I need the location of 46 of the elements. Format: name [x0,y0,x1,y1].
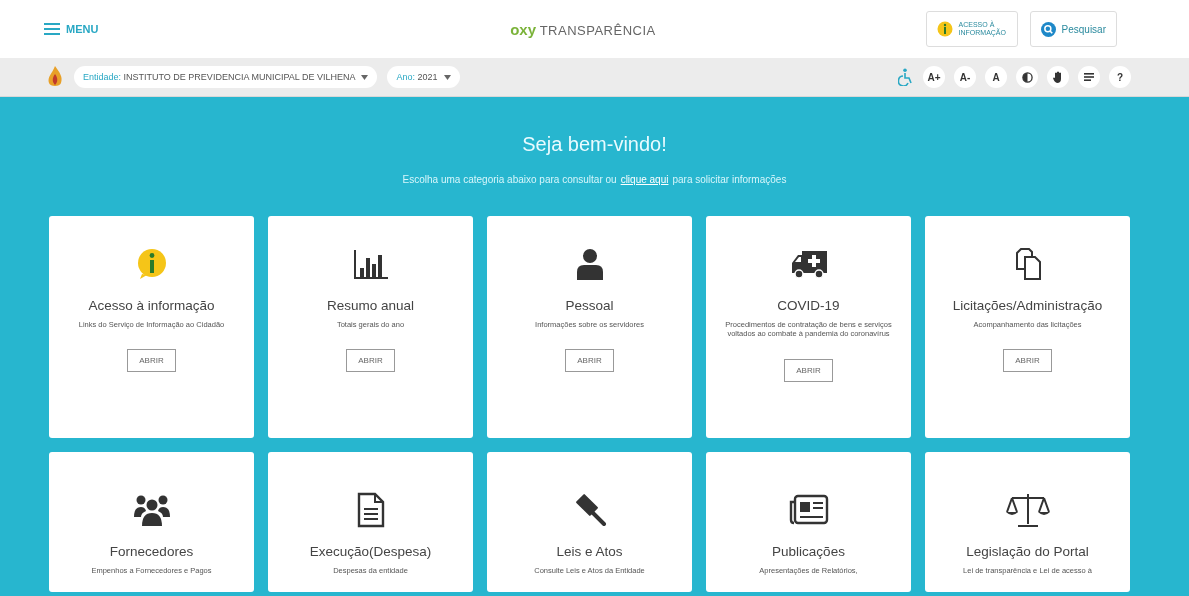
card-title: Leis e Atos [556,544,623,559]
font-size-button[interactable]: A- [954,66,976,88]
welcome-title: Seja bem-vindo! [522,133,667,156]
caret-icon [361,75,369,81]
sign-language-button[interactable] [1047,66,1069,88]
site-logo[interactable]: oxy TRANSPARÊNCIA [510,20,656,38]
sitemap-button[interactable] [1078,66,1100,88]
hand-icon [1053,71,1063,83]
search-button[interactable]: Pesquisar [1029,11,1117,47]
card-title: Acesso à informação [88,298,215,313]
group-icon [132,493,171,527]
card-title: Publicações [772,544,845,559]
open-button[interactable]: ABRIR [565,349,614,373]
ambulance-icon [789,249,828,279]
menu-icon [44,23,60,35]
bar-chart-icon [352,248,389,280]
card-title: Licitações/Administração [952,298,1103,313]
caret-icon [443,75,451,81]
search-icon [1040,21,1056,37]
card-title: Pessoal [565,298,614,313]
info-icon [936,21,953,37]
open-button[interactable]: ABRIR [784,358,833,382]
newspaper-icon [788,494,829,526]
person-icon [575,248,604,280]
instruction-text: para solicitar informações [672,174,787,185]
card-title: COVID-19 [777,298,840,313]
font-size-button[interactable]: A [985,66,1007,88]
card-title: Legislação do Portal [966,544,1089,559]
open-button[interactable]: ABRIR [346,349,395,373]
help-button[interactable]: ? [1109,66,1131,88]
info-icon [135,248,168,280]
list-icon [1084,72,1094,82]
entity-dropdown[interactable]: Entidade: INSTITUTO DE PREVIDENCIA MUNICIPAL DE VILHENA [74,66,378,88]
open-button[interactable]: ABRIR [127,349,176,373]
font-size-button[interactable]: A+ [923,66,945,88]
contrast-icon [1021,71,1033,83]
document-icon [356,492,385,528]
card-title: Resumo anual [326,298,415,313]
open-button[interactable]: ABRIR [1003,349,1052,373]
card-title: Execução(Despesa) [309,544,432,559]
instruction-text: Escolha uma categoria abaixo para consultar ou [402,174,617,185]
scales-icon [1005,492,1050,528]
contrast-button[interactable] [1016,66,1038,88]
flame-emblem-icon [46,65,64,89]
year-dropdown[interactable]: Ano: 2021 [387,66,460,88]
card-title: Fornecedores [109,544,194,559]
